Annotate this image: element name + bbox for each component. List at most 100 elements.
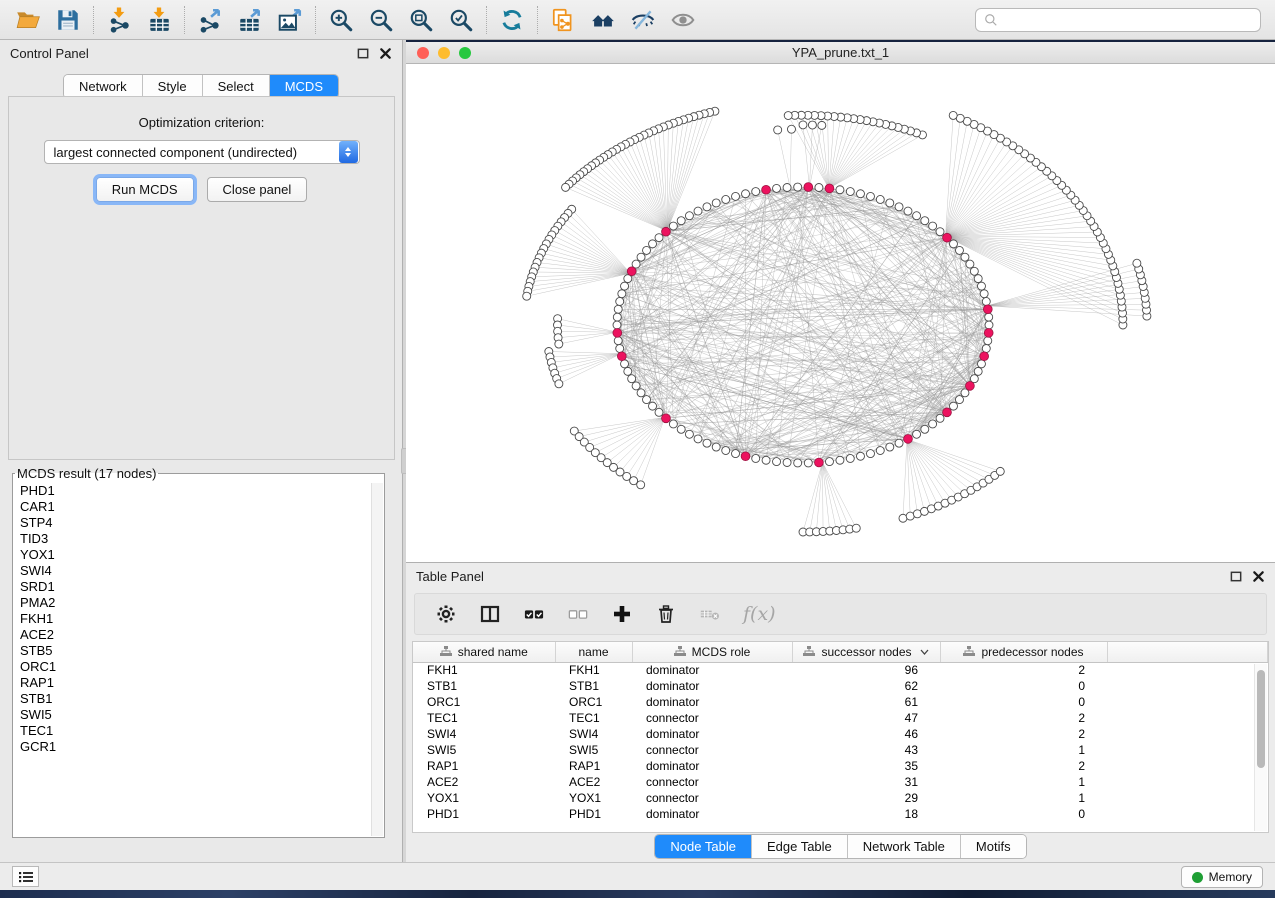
network-node[interactable] — [977, 282, 985, 290]
mcds-result-item[interactable]: STB5 — [14, 643, 371, 659]
network-node[interactable] — [643, 246, 651, 254]
cell-successor-nodes[interactable]: 61 — [792, 694, 940, 710]
float-panel-icon[interactable] — [1230, 570, 1243, 583]
network-node[interactable] — [970, 267, 978, 275]
save-session-icon[interactable] — [48, 4, 88, 36]
network-node[interactable] — [655, 408, 663, 416]
mcds-result-item[interactable]: TEC1 — [14, 723, 371, 739]
network-node[interactable] — [774, 126, 782, 134]
network-node[interactable] — [694, 207, 702, 215]
network-node[interactable] — [614, 337, 622, 345]
dominator-node[interactable] — [662, 227, 671, 236]
dominator-node[interactable] — [825, 184, 834, 193]
mcds-result-item[interactable]: ORC1 — [14, 659, 371, 675]
network-node[interactable] — [685, 430, 693, 438]
dominator-node[interactable] — [943, 233, 952, 242]
cell-mcds-role[interactable]: connector — [632, 710, 792, 726]
network-node[interactable] — [876, 195, 884, 203]
cell-predecessor-nodes[interactable]: 1 — [940, 774, 1107, 790]
network-node[interactable] — [985, 321, 993, 329]
table-row[interactable]: SWI4SWI4dominator462 — [413, 726, 1268, 742]
dominator-node[interactable] — [741, 452, 750, 461]
network-node[interactable] — [955, 396, 963, 404]
maximize-window-icon[interactable] — [459, 47, 471, 59]
cell-successor-nodes[interactable]: 35 — [792, 758, 940, 774]
network-node[interactable] — [628, 375, 636, 383]
network-node[interactable] — [669, 222, 677, 230]
table-settings-icon[interactable] — [435, 603, 457, 625]
network-node[interactable] — [929, 420, 937, 428]
network-node[interactable] — [895, 203, 903, 211]
network-node[interactable] — [669, 420, 677, 428]
network-node[interactable] — [982, 345, 990, 353]
cell-predecessor-nodes[interactable]: 2 — [940, 758, 1107, 774]
network-node[interactable] — [936, 414, 944, 422]
network-node[interactable] — [703, 203, 711, 211]
cell-successor-nodes[interactable]: 31 — [792, 774, 940, 790]
network-node[interactable] — [787, 125, 795, 133]
table-row[interactable]: TEC1TEC1connector472 — [413, 710, 1268, 726]
cell-shared-name[interactable]: STB1 — [413, 678, 555, 694]
network-node[interactable] — [555, 380, 563, 388]
cell-mcds-role[interactable]: dominator — [632, 662, 792, 678]
export-table-icon[interactable] — [230, 4, 270, 36]
network-node[interactable] — [836, 456, 844, 464]
network-node[interactable] — [980, 290, 988, 298]
network-node[interactable] — [762, 456, 770, 464]
run-mcds-button[interactable]: Run MCDS — [96, 177, 194, 202]
column-header-name[interactable]: name — [555, 642, 632, 662]
table-row[interactable]: ORC1ORC1dominator610 — [413, 694, 1268, 710]
network-node[interactable] — [783, 184, 791, 192]
network-node[interactable] — [936, 228, 944, 236]
network-node[interactable] — [949, 402, 957, 410]
network-node[interactable] — [621, 360, 629, 368]
cell-name[interactable]: FKH1 — [555, 662, 632, 678]
network-node[interactable] — [886, 199, 894, 207]
network-node[interactable] — [773, 458, 781, 466]
import-network-icon[interactable] — [99, 4, 139, 36]
cell-shared-name[interactable]: FKH1 — [413, 662, 555, 678]
network-node[interactable] — [794, 459, 802, 467]
network-node[interactable] — [616, 345, 624, 353]
show-panels-button[interactable] — [12, 866, 39, 887]
close-panel-icon[interactable] — [1252, 570, 1265, 583]
network-node[interactable] — [649, 240, 657, 248]
network-node[interactable] — [637, 481, 645, 489]
network-node[interactable] — [732, 192, 740, 200]
cell-name[interactable]: PHD1 — [555, 806, 632, 822]
delete-column-icon[interactable] — [655, 603, 677, 625]
mcds-result-item[interactable]: PHD1 — [14, 483, 371, 499]
network-node[interactable] — [523, 292, 531, 300]
column-header-predecessor-nodes[interactable]: predecessor nodes — [940, 642, 1107, 662]
network-node[interactable] — [649, 402, 657, 410]
split-panel-icon[interactable] — [479, 603, 501, 625]
zoom-in-icon[interactable] — [321, 4, 361, 36]
cell-shared-name[interactable]: YOX1 — [413, 790, 555, 806]
network-node[interactable] — [614, 305, 622, 313]
network-node[interactable] — [632, 382, 640, 390]
cell-predecessor-nodes[interactable]: 0 — [940, 806, 1107, 822]
mcds-result-item[interactable]: STB1 — [14, 691, 371, 707]
network-node[interactable] — [977, 360, 985, 368]
cell-predecessor-nodes[interactable]: 1 — [940, 790, 1107, 806]
cell-predecessor-nodes[interactable]: 2 — [940, 726, 1107, 742]
cell-shared-name[interactable]: RAP1 — [413, 758, 555, 774]
table-tab-edge-table[interactable]: Edge Table — [752, 835, 848, 858]
float-panel-icon[interactable] — [357, 47, 370, 60]
cell-shared-name[interactable]: TEC1 — [413, 710, 555, 726]
cell-mcds-role[interactable]: connector — [632, 790, 792, 806]
mcds-result-item[interactable]: ACE2 — [14, 627, 371, 643]
add-column-icon[interactable] — [611, 603, 633, 625]
cell-name[interactable]: STB1 — [555, 678, 632, 694]
zoom-out-icon[interactable] — [361, 4, 401, 36]
cell-mcds-role[interactable]: dominator — [632, 758, 792, 774]
network-node[interactable] — [694, 435, 702, 443]
network-node[interactable] — [804, 459, 812, 467]
cell-successor-nodes[interactable]: 46 — [792, 726, 940, 742]
network-node[interactable] — [655, 234, 663, 242]
network-node[interactable] — [784, 112, 792, 120]
cell-predecessor-nodes[interactable]: 0 — [940, 678, 1107, 694]
select-all-icon[interactable] — [523, 603, 545, 625]
column-header-shared-name[interactable]: shared name — [413, 642, 555, 662]
cell-mcds-role[interactable]: dominator — [632, 726, 792, 742]
